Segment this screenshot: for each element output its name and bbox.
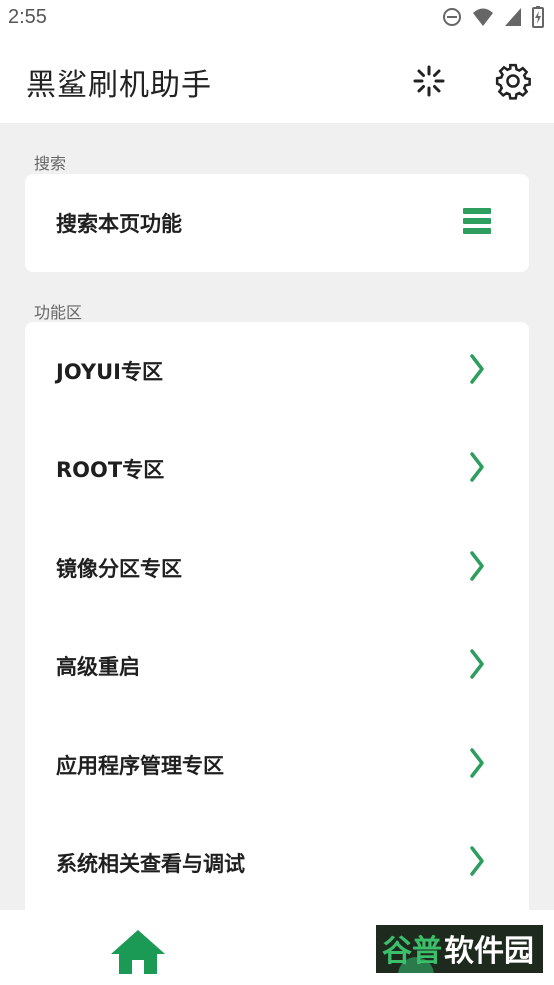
list-item-label: 系统相关查看与调试 — [56, 852, 245, 876]
chevron-right-icon — [469, 846, 485, 880]
signal-icon — [504, 7, 522, 31]
search-section-label: 搜索 — [34, 154, 67, 173]
list-item-joyui[interactable]: JOYUI专区 — [25, 322, 529, 420]
status-time: 2:55 — [8, 6, 47, 28]
do-not-disturb-icon — [442, 7, 462, 31]
svg-text:软件园: 软件园 — [444, 934, 534, 969]
chevron-right-icon — [469, 452, 485, 486]
list-item-label: ROOT专区 — [56, 458, 165, 482]
list-item-system-debug[interactable]: 系统相关查看与调试 — [25, 814, 529, 912]
chevron-right-icon — [469, 748, 485, 782]
list-item-label: 镜像分区专区 — [56, 557, 182, 581]
battery-charging-icon — [532, 6, 544, 32]
list-item-label: JOYUI专区 — [56, 360, 163, 384]
list-item-label: 应用程序管理专区 — [56, 754, 224, 778]
list-item-advanced-reboot[interactable]: 高级重启 — [25, 617, 529, 715]
app-title: 黑鲨刷机助手 — [26, 68, 212, 103]
list-item-label: 高级重启 — [56, 655, 140, 679]
chevron-right-icon — [469, 354, 485, 388]
loading-icon[interactable] — [412, 64, 446, 102]
home-icon[interactable] — [110, 928, 166, 980]
wifi-icon — [472, 7, 494, 31]
chevron-right-icon — [469, 649, 485, 683]
function-section-label: 功能区 — [34, 303, 83, 322]
chevron-right-icon — [469, 551, 485, 585]
settings-icon[interactable] — [494, 62, 532, 104]
search-card: 搜索本页功能 — [25, 174, 529, 272]
app-actions — [412, 62, 532, 104]
watermark-logo: 谷普 软件园 — [376, 925, 543, 985]
app-bar: 黑鲨刷机助手 — [0, 38, 554, 123]
list-item-image-partition[interactable]: 镜像分区专区 — [25, 519, 529, 617]
list-item-app-management[interactable]: 应用程序管理专区 — [25, 716, 529, 814]
search-page-functions-button[interactable]: 搜索本页功能 — [25, 174, 529, 272]
list-item-root[interactable]: ROOT专区 — [25, 420, 529, 518]
menu-icon — [463, 208, 491, 238]
function-card: JOYUI专区 ROOT专区 镜像分区专区 高级重启 应用程序管理专区 系统相关… — [25, 322, 529, 922]
status-bar: 2:55 — [0, 0, 554, 38]
status-icons — [442, 6, 544, 32]
svg-text:谷普: 谷普 — [382, 934, 442, 969]
search-row-label: 搜索本页功能 — [56, 212, 182, 236]
